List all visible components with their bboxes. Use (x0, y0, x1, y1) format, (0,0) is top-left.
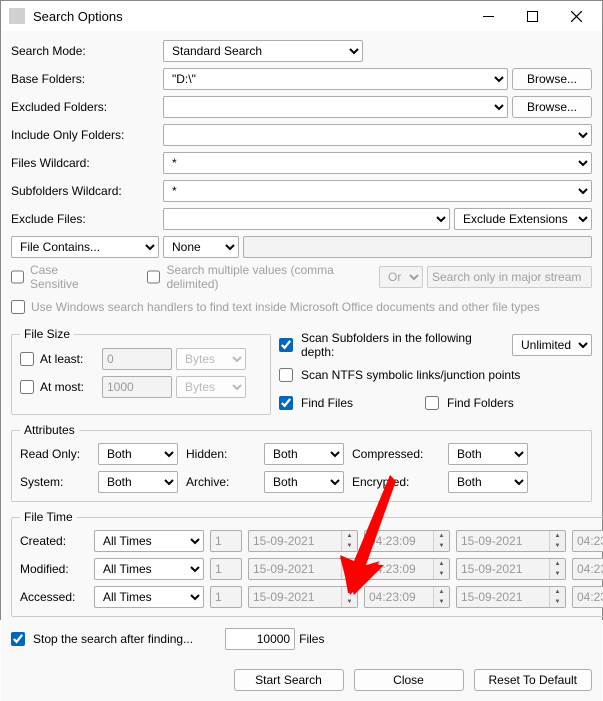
maximize-button[interactable] (510, 1, 554, 31)
at-least-unit[interactable]: Bytes (176, 348, 246, 370)
subfolders-wildcard-combo[interactable]: * (163, 180, 592, 202)
label-excluded-folders: Excluded Folders: (11, 100, 159, 114)
stop-after-check[interactable] (11, 632, 25, 646)
label-include-only: Include Only Folders: (11, 128, 159, 142)
label-compressed: Compressed: (352, 447, 440, 461)
search-mode-select[interactable]: Standard Search (163, 40, 363, 62)
app-icon (9, 8, 25, 24)
scan-depth-label: Scan Subfolders in the following depth: (301, 331, 508, 359)
stop-after-label: Stop the search after finding... (33, 632, 193, 646)
archive-select[interactable]: Both (264, 471, 344, 493)
file-contains-none[interactable]: None (163, 236, 239, 258)
accessed-mode[interactable]: All Times (94, 586, 204, 608)
label-archive: Archive: (186, 475, 256, 489)
close-button[interactable] (554, 1, 598, 31)
ntfs-links-check[interactable] (279, 368, 293, 382)
find-files-label: Find Files (301, 396, 421, 410)
hidden-select[interactable]: Both (264, 443, 344, 465)
find-files-check[interactable] (279, 396, 293, 410)
attributes-group: Attributes Read Only: Both Hidden: Both … (11, 423, 592, 502)
case-sensitive-check[interactable] (11, 270, 24, 284)
start-search-button[interactable]: Start Search (234, 669, 344, 691)
ntfs-links-label: Scan NTFS symbolic links/junction points (301, 368, 520, 382)
accessed-n[interactable] (210, 586, 242, 608)
label-files-wildcard: Files Wildcard: (11, 156, 159, 170)
reset-default-button[interactable]: Reset To Default (474, 669, 593, 691)
attributes-legend: Attributes (20, 423, 79, 437)
label-hidden: Hidden: (186, 447, 256, 461)
major-stream-input[interactable] (427, 266, 592, 288)
find-folders-label: Find Folders (447, 396, 514, 410)
multi-values-label: Search multiple values (comma delimited) (166, 263, 363, 291)
or-select[interactable]: Or (379, 266, 423, 288)
file-contains-select[interactable]: File Contains... (11, 236, 159, 258)
minimize-button[interactable] (466, 1, 510, 31)
spinner-icon[interactable]: ▲▼ (341, 559, 357, 579)
label-search-mode: Search Mode: (11, 44, 159, 58)
window-title: Search Options (33, 9, 466, 24)
stop-after-files: Files (299, 632, 324, 646)
system-select[interactable]: Both (98, 471, 178, 493)
excluded-folders-combo[interactable] (163, 96, 508, 118)
find-folders-check[interactable] (425, 396, 439, 410)
exclude-files-combo[interactable] (163, 208, 450, 230)
case-sensitive-label: Case Sensitive (30, 263, 100, 291)
browse-excluded-button[interactable]: Browse... (512, 96, 592, 118)
label-base-folders: Base Folders: (11, 72, 159, 86)
at-most-label: At most: (40, 380, 84, 394)
spinner-icon[interactable]: ▲▼ (433, 587, 449, 607)
file-size-group: File Size At least: Bytes At most: Bytes (11, 327, 271, 415)
stop-after-value[interactable] (225, 628, 295, 650)
created-n[interactable] (210, 530, 242, 552)
include-only-combo[interactable] (163, 124, 592, 146)
at-least-label: At least: (40, 352, 83, 366)
accessed-to-time[interactable] (572, 586, 603, 608)
titlebar: Search Options (1, 1, 602, 31)
spinner-icon[interactable]: ▲▼ (549, 531, 565, 551)
spinner-icon[interactable]: ▲▼ (549, 559, 565, 579)
spinner-icon[interactable]: ▲▼ (433, 559, 449, 579)
modified-mode[interactable]: All Times (94, 558, 204, 580)
created-to-time[interactable] (572, 530, 603, 552)
win-handlers-label: Use Windows search handlers to find text… (31, 300, 540, 314)
base-folders-combo[interactable]: "D:\" (163, 68, 508, 90)
modified-n[interactable] (210, 558, 242, 580)
label-modified: Modified: (20, 562, 88, 576)
files-wildcard-combo[interactable]: * (163, 152, 592, 174)
modified-to-time[interactable] (572, 558, 603, 580)
scan-depth-check[interactable] (279, 338, 293, 352)
label-system: System: (20, 475, 90, 489)
at-least-check[interactable] (20, 352, 34, 366)
label-created: Created: (20, 534, 88, 548)
close-dialog-button[interactable]: Close (354, 669, 464, 691)
label-exclude-files: Exclude Files: (11, 212, 159, 226)
label-encrypted: Encrypted: (352, 475, 440, 489)
readonly-select[interactable]: Both (98, 443, 178, 465)
label-subfolders-wildcard: Subfolders Wildcard: (11, 184, 159, 198)
at-least-value[interactable] (102, 348, 172, 370)
at-most-value[interactable] (102, 376, 172, 398)
compressed-select[interactable]: Both (448, 443, 528, 465)
file-time-legend: File Time (20, 510, 77, 524)
scan-depth-select[interactable]: Unlimited (512, 334, 592, 356)
label-readonly: Read Only: (20, 447, 90, 461)
file-size-legend: File Size (20, 327, 74, 341)
exclude-ext-list-select[interactable]: Exclude Extensions List (454, 208, 592, 230)
spinner-icon[interactable]: ▲▼ (341, 587, 357, 607)
at-most-check[interactable] (20, 380, 34, 394)
encrypted-select[interactable]: Both (448, 471, 528, 493)
created-mode[interactable]: All Times (94, 530, 204, 552)
at-most-unit[interactable]: Bytes (176, 376, 246, 398)
spinner-icon[interactable]: ▲▼ (341, 531, 357, 551)
file-time-group: File Time Created: All Times ▲▼ ▲▼ ▲▼ ▲▼… (11, 510, 603, 617)
spinner-icon[interactable]: ▲▼ (433, 531, 449, 551)
browse-base-button[interactable]: Browse... (512, 68, 592, 90)
win-handlers-check[interactable] (11, 300, 25, 314)
file-contains-value[interactable] (243, 236, 592, 258)
label-accessed: Accessed: (20, 590, 88, 604)
spinner-icon[interactable]: ▲▼ (549, 587, 565, 607)
multi-values-check[interactable] (147, 270, 160, 284)
